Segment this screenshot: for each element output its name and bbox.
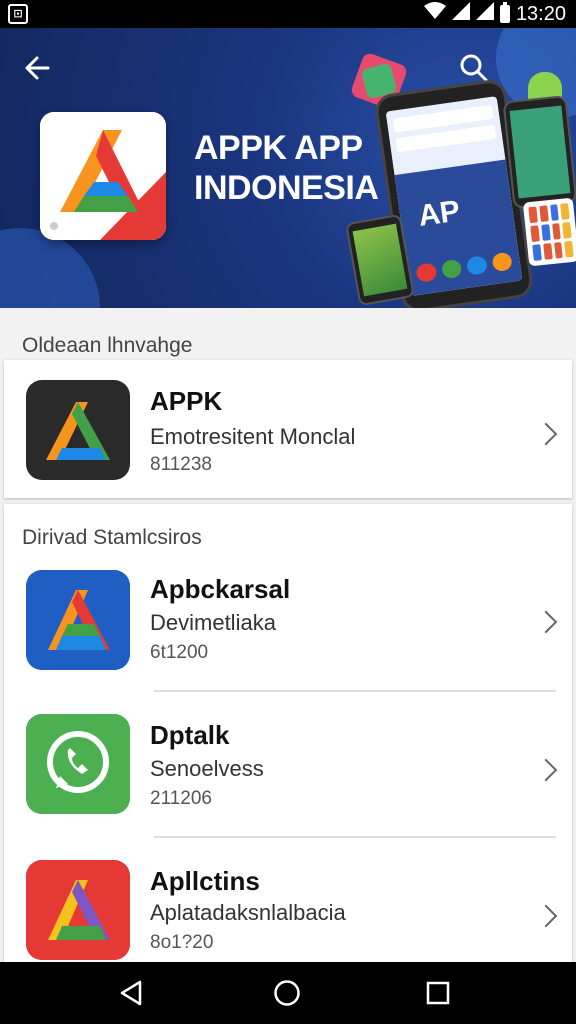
hero-title: APPK APP INDONESIA <box>194 128 394 208</box>
wifi-icon <box>423 2 446 26</box>
square-recents-icon <box>426 981 450 1005</box>
signal-icon <box>451 2 470 26</box>
chevron-right-icon <box>534 610 558 634</box>
back-button[interactable] <box>20 50 56 86</box>
status-bar: ⊡ 13:20 <box>0 0 576 28</box>
notification-icon: ⊡ <box>8 4 28 24</box>
app-icon <box>26 570 130 670</box>
app-name: Dptalk <box>150 720 230 750</box>
triangle-logo-icon <box>26 860 130 960</box>
triangle-logo-icon <box>46 402 110 460</box>
battery-icon <box>499 2 510 23</box>
hero-decoration <box>0 228 100 308</box>
nav-home-button[interactable] <box>273 979 301 1007</box>
featured-card: APPK Emotresitent Monclal 811238 <box>4 360 572 498</box>
status-time: 13:20 <box>515 2 566 25</box>
triangle-back-icon <box>120 980 142 1006</box>
app-icon <box>26 714 130 814</box>
chevron-right-icon <box>534 758 558 782</box>
hero-title-line2: INDONESIA <box>194 169 379 207</box>
section-title: Oldeaan lhnvahge <box>22 334 193 357</box>
app-subtitle: Aplatadaksnlalbacia <box>150 900 346 925</box>
list-item[interactable]: Apbckarsal Devimetliaka 6t1200 <box>4 562 572 702</box>
app-name: Apbckarsal <box>150 574 291 604</box>
app-name: Apllctins <box>150 866 260 896</box>
section-title: Dirivad Stamlcsiros <box>22 526 202 549</box>
circle-home-icon <box>274 980 300 1006</box>
status-icons: 13:20 <box>423 2 566 26</box>
list-item[interactable]: APPK Emotresitent Monclal 811238 <box>4 360 572 498</box>
app-icon <box>26 860 130 960</box>
hero-title-line1: APPK APP <box>194 129 363 167</box>
nav-recents-button[interactable] <box>426 981 450 1005</box>
navigation-bar <box>0 962 576 1024</box>
app-count: 8o1?20 <box>150 932 214 953</box>
chevron-right-icon <box>534 422 558 446</box>
app-subtitle: Emotresitent Monclal <box>150 424 356 449</box>
triangle-logo-icon <box>40 112 166 240</box>
app-count: 6t1200 <box>150 642 209 663</box>
app-name: APPK <box>150 386 223 416</box>
signal-icon <box>475 2 494 26</box>
app-icon <box>26 380 130 480</box>
triangle-logo-icon <box>26 570 130 670</box>
divider <box>154 836 556 838</box>
list-card: Dirivad Stamlcsiros Apbckarsal Devimetli… <box>4 504 572 962</box>
app-count: 811238 <box>150 454 212 475</box>
phone-illustration <box>502 94 576 210</box>
chevron-right-icon <box>534 904 558 928</box>
app-subtitle: Senoelvess <box>150 756 264 781</box>
phone-screen-text: AP <box>416 194 463 233</box>
arrow-left-icon <box>25 56 50 80</box>
app-subtitle: Devimetliaka <box>150 610 276 635</box>
chat-phone-icon <box>26 714 130 814</box>
list-item[interactable]: Apllctins Aplatadaksnlalbacia 8o1?20 <box>4 854 572 962</box>
app-count: 211206 <box>150 788 212 809</box>
hero-banner: APPK APP INDONESIA AP <box>0 28 576 308</box>
tiles-illustration <box>522 197 576 267</box>
nav-back-button[interactable] <box>118 979 146 1007</box>
list-item[interactable]: Dptalk Senoelvess 211206 <box>4 708 572 848</box>
app-logo <box>40 112 166 240</box>
divider <box>154 690 556 692</box>
